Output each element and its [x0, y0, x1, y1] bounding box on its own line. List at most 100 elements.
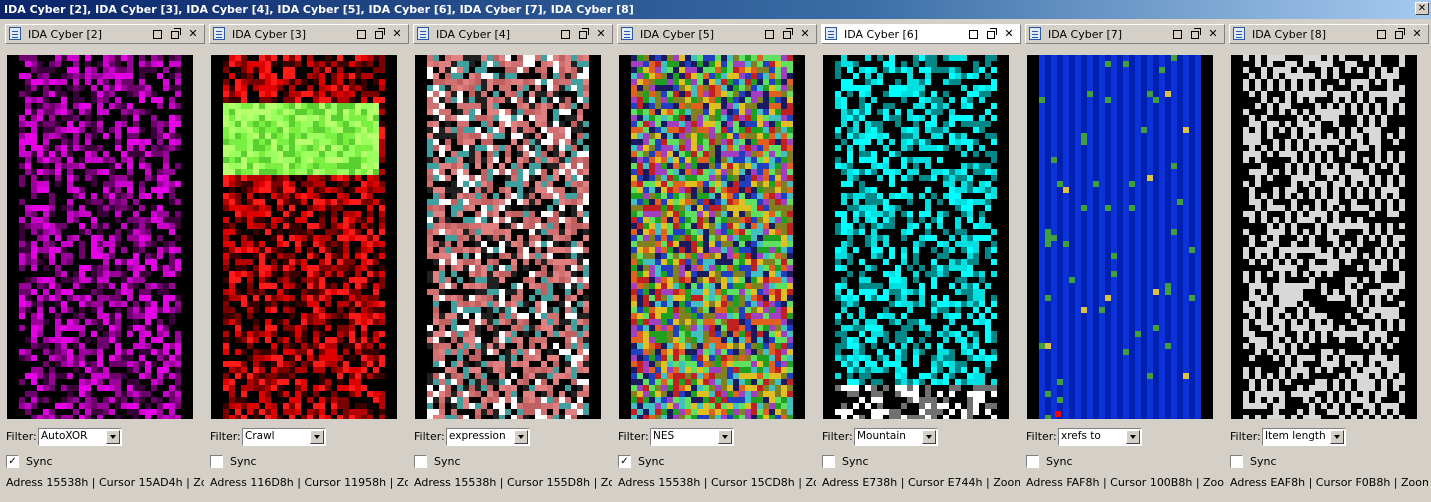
- minimize-button[interactable]: [1170, 27, 1184, 41]
- cyber-visualization[interactable]: [211, 55, 397, 419]
- window-close-button[interactable]: ✕: [1415, 2, 1429, 15]
- cyber-visualization[interactable]: [1027, 55, 1213, 419]
- cyber-visualization[interactable]: [415, 55, 601, 419]
- sync-checkbox[interactable]: ✓: [6, 455, 19, 468]
- panel-tab[interactable]: IDA Cyber [7] ✕: [1025, 24, 1225, 44]
- maximize-button[interactable]: [984, 27, 998, 41]
- filter-label: Filter:: [822, 430, 853, 443]
- cyber-visualization[interactable]: [823, 55, 1009, 419]
- maximize-icon: [987, 28, 997, 39]
- minimize-button[interactable]: [1374, 27, 1388, 41]
- panel-tab[interactable]: IDA Cyber [3] ✕: [209, 24, 409, 44]
- window-doc-icon: [621, 27, 633, 40]
- filter-dropdown[interactable]: xrefs to: [1058, 428, 1142, 446]
- filter-dropdown[interactable]: NES: [650, 428, 734, 446]
- filter-label: Filter:: [1230, 430, 1261, 443]
- dropdown-arrow-icon[interactable]: [310, 430, 324, 444]
- minimize-button[interactable]: [354, 27, 368, 41]
- panel-tab[interactable]: IDA Cyber [8] ✕: [1229, 24, 1429, 44]
- close-button[interactable]: ✕: [594, 27, 608, 41]
- panel-title: IDA Cyber [8]: [1252, 28, 1327, 41]
- panel-title: IDA Cyber [3]: [232, 28, 307, 41]
- sync-checkbox[interactable]: [1230, 455, 1243, 468]
- panel-tab[interactable]: IDA Cyber [2] ✕: [5, 24, 205, 44]
- maximize-button[interactable]: [168, 27, 182, 41]
- dropdown-arrow-icon[interactable]: [718, 430, 732, 444]
- sync-label: Sync: [638, 455, 665, 468]
- filter-value: xrefs to: [1061, 430, 1101, 442]
- maximize-icon: [783, 28, 793, 39]
- filter-dropdown[interactable]: expression: [446, 428, 530, 446]
- sync-checkbox[interactable]: [1026, 455, 1039, 468]
- cyber-visualization[interactable]: [7, 55, 193, 419]
- minimize-icon: [1172, 30, 1182, 39]
- filter-dropdown[interactable]: Mountain: [854, 428, 938, 446]
- status-text: Adress 15538h | Cursor 155D8h | Zoom: [414, 476, 612, 489]
- sync-label: Sync: [230, 455, 257, 468]
- maximize-button[interactable]: [576, 27, 590, 41]
- minimize-button[interactable]: [558, 27, 572, 41]
- window-doc-icon: [1233, 27, 1245, 40]
- panel-title: IDA Cyber [6]: [844, 28, 919, 41]
- dropdown-arrow-icon[interactable]: [514, 430, 528, 444]
- dropdown-arrow-icon[interactable]: [106, 430, 120, 444]
- filter-value: Item length: [1265, 430, 1326, 442]
- sync-label: Sync: [434, 455, 461, 468]
- status-text: Adress 15538h | Cursor 15CD8h | Zoom: [618, 476, 816, 489]
- minimize-button[interactable]: [150, 27, 164, 41]
- dropdown-arrow-icon[interactable]: [1330, 430, 1344, 444]
- pixel-map: [619, 55, 805, 419]
- panel-tab[interactable]: IDA Cyber [4] ✕: [413, 24, 613, 44]
- maximize-button[interactable]: [780, 27, 794, 41]
- filter-dropdown[interactable]: Crawl: [242, 428, 326, 446]
- cyber-panel-2: IDA Cyber [2] ✕ Filter: AutoXOR ✓ Sync A…: [5, 22, 205, 500]
- filter-dropdown[interactable]: Item length: [1262, 428, 1346, 446]
- pixel-map: [823, 55, 1009, 419]
- maximize-button[interactable]: [1392, 27, 1406, 41]
- minimize-button[interactable]: [762, 27, 776, 41]
- maximize-button[interactable]: [1188, 27, 1202, 41]
- minimize-icon: [152, 30, 162, 39]
- filter-value: Crawl: [245, 430, 275, 442]
- cyber-panel-7: IDA Cyber [7] ✕ Filter: xrefs to Sync Ad…: [1025, 22, 1225, 500]
- filter-label: Filter:: [414, 430, 445, 443]
- close-button[interactable]: ✕: [390, 27, 404, 41]
- filter-value: Mountain: [857, 430, 906, 442]
- close-button[interactable]: ✕: [1206, 27, 1220, 41]
- filter-label: Filter:: [210, 430, 241, 443]
- maximize-button[interactable]: [372, 27, 386, 41]
- status-text: Adress 15538h | Cursor 15AD4h | Zoom: [6, 476, 204, 489]
- panel-tab[interactable]: IDA Cyber [6] ✕: [821, 24, 1021, 44]
- pixel-map: [415, 55, 601, 419]
- sync-checkbox[interactable]: [210, 455, 223, 468]
- filter-value: expression: [449, 430, 506, 442]
- dropdown-arrow-icon[interactable]: [922, 430, 936, 444]
- minimize-button[interactable]: [966, 27, 980, 41]
- sync-checkbox[interactable]: [414, 455, 427, 468]
- panel-title: IDA Cyber [7]: [1048, 28, 1123, 41]
- maximize-icon: [1395, 28, 1405, 39]
- panel-title: IDA Cyber [2]: [28, 28, 103, 41]
- window-doc-icon: [825, 27, 837, 40]
- maximize-icon: [171, 28, 181, 39]
- window-doc-icon: [9, 27, 21, 40]
- cyber-panel-5: IDA Cyber [5] ✕ Filter: NES ✓ Sync Adres…: [617, 22, 817, 500]
- filter-dropdown[interactable]: AutoXOR: [38, 428, 122, 446]
- filter-label: Filter:: [6, 430, 37, 443]
- window-title-bar[interactable]: IDA Cyber [2], IDA Cyber [3], IDA Cyber …: [0, 0, 1431, 19]
- close-button[interactable]: ✕: [1410, 27, 1424, 41]
- panel-tab[interactable]: IDA Cyber [5] ✕: [617, 24, 817, 44]
- cyber-visualization[interactable]: [619, 55, 805, 419]
- close-button[interactable]: ✕: [798, 27, 812, 41]
- close-button[interactable]: ✕: [1002, 27, 1016, 41]
- dropdown-arrow-icon[interactable]: [1126, 430, 1140, 444]
- pixel-map: [1231, 55, 1417, 419]
- window-doc-icon: [213, 27, 225, 40]
- sync-checkbox[interactable]: ✓: [618, 455, 631, 468]
- cyber-visualization[interactable]: [1231, 55, 1417, 419]
- pixel-map: [1027, 55, 1213, 419]
- close-button[interactable]: ✕: [186, 27, 200, 41]
- status-text: Adress EAF8h | Cursor F0B8h | Zoom 5: [1230, 476, 1428, 489]
- pixel-map: [211, 55, 397, 419]
- sync-checkbox[interactable]: [822, 455, 835, 468]
